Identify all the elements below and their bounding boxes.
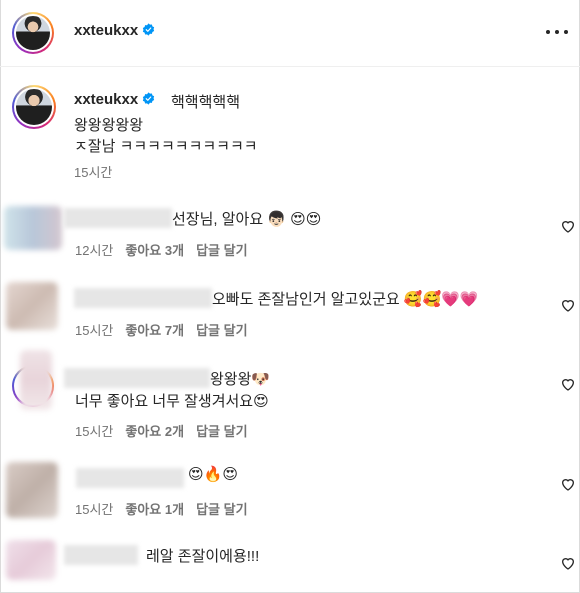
- heart-outline-icon[interactable]: [560, 555, 576, 571]
- comment-username[interactable]: [64, 208, 172, 228]
- reply-button[interactable]: 답글 달기: [196, 323, 247, 338]
- comment-timestamp[interactable]: 12시간: [75, 243, 113, 258]
- reply-button[interactable]: 답글 달기: [196, 502, 247, 517]
- reply-button[interactable]: 답글 달기: [196, 243, 247, 258]
- comment-meta: 15시간 좋아요 1개 답글 달기: [75, 499, 260, 518]
- post-header: xxteukxx: [0, 0, 580, 67]
- comment-likes[interactable]: 좋아요 7개: [125, 323, 184, 338]
- comment-likes[interactable]: 좋아요 3개: [125, 243, 184, 258]
- comment-username[interactable]: [64, 368, 210, 388]
- verified-badge-icon: [143, 23, 155, 36]
- caption-text-line1: 핵핵핵핵핵: [171, 94, 241, 111]
- comment-text: 레알 존잘이에용!!!: [146, 548, 260, 565]
- author-avatar[interactable]: [12, 12, 54, 54]
- comment-username[interactable]: [74, 288, 212, 308]
- comment-meta: 15시간 좋아요 7개 답글 달기: [75, 320, 260, 339]
- author-username[interactable]: xxteukxx: [74, 22, 155, 39]
- comment-avatar[interactable]: [4, 206, 62, 250]
- comment-meta: 15시간 좋아요 2개 답글 달기: [75, 421, 260, 440]
- comment-avatar[interactable]: [6, 540, 56, 580]
- verified-badge-icon: [143, 92, 155, 105]
- comment-username[interactable]: [76, 468, 184, 488]
- comment-text-line2: 너무 좋아요 너무 잘생겨서요😍: [75, 393, 269, 410]
- caption-username[interactable]: xxteukxx: [74, 91, 155, 108]
- comment-timestamp[interactable]: 15시간: [75, 502, 113, 517]
- comment-likes[interactable]: 좋아요 2개: [125, 424, 184, 439]
- comment-text-line1: 왕왕왕🐶: [210, 371, 271, 388]
- heart-outline-icon[interactable]: [560, 297, 576, 313]
- caption-text-line2: 왕왕왕왕왕: [74, 117, 144, 134]
- caption-timestamp[interactable]: 15시간: [74, 162, 112, 181]
- comment-text: 오빠도 존잘남인거 알고있군요 🥰🥰💗💗: [212, 291, 479, 308]
- heart-outline-icon[interactable]: [560, 376, 576, 392]
- heart-outline-icon[interactable]: [560, 218, 576, 234]
- comment-text: 😍🔥😍: [188, 466, 238, 483]
- comment-avatar[interactable]: [20, 350, 52, 410]
- caption-text-line3: ㅈ잘남 ㅋㅋㅋㅋㅋㅋㅋㅋㅋㅋ: [74, 138, 258, 155]
- comment-avatar[interactable]: [6, 462, 58, 518]
- comment-timestamp[interactable]: 15시간: [75, 323, 113, 338]
- reply-button[interactable]: 답글 달기: [196, 424, 247, 439]
- caption-avatar[interactable]: [12, 85, 56, 129]
- heart-outline-icon[interactable]: [560, 476, 576, 492]
- comment-avatar[interactable]: [6, 282, 58, 330]
- comment-meta: 12시간 좋아요 3개 답글 달기: [75, 240, 260, 259]
- comment-likes[interactable]: 좋아요 1개: [125, 502, 184, 517]
- comment-username[interactable]: [64, 545, 138, 565]
- more-options-icon[interactable]: [546, 20, 570, 44]
- comment-text: 선장님, 알아요 👦🏻 😍😍: [172, 211, 322, 228]
- comment-timestamp[interactable]: 15시간: [75, 424, 113, 439]
